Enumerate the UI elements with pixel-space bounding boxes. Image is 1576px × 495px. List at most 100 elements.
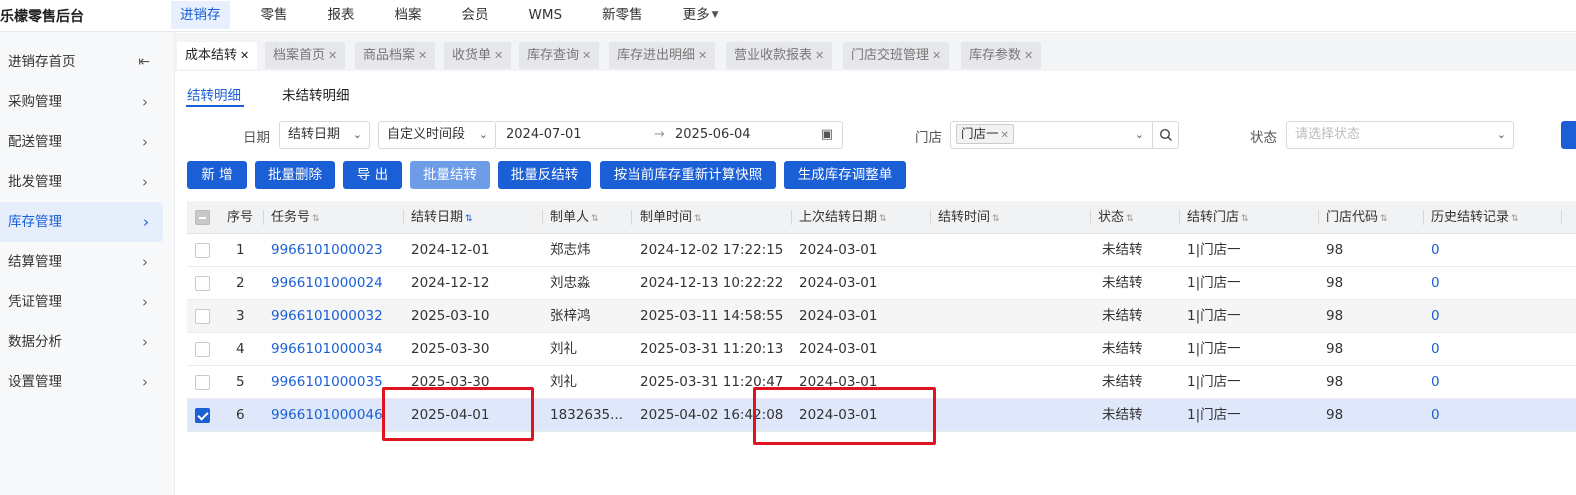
close-icon[interactable]: ✕ — [932, 49, 941, 62]
table-row[interactable]: 1 9966101000023 2024-12-01 郑志炜 2024-12-0… — [187, 234, 1576, 267]
sidebar-item-settings[interactable]: 设置管理 › — [0, 362, 174, 402]
batch-carry-button[interactable]: 批量结转 — [410, 161, 490, 189]
batch-delete-button[interactable]: 批量删除 — [255, 161, 335, 189]
cell-task-no-link[interactable]: 9966101000035 — [271, 366, 383, 399]
row-checkbox-checked[interactable] — [195, 408, 210, 423]
close-icon[interactable]: ✕ — [698, 49, 707, 62]
cell-history-link[interactable]: 0 — [1431, 234, 1440, 267]
tab-archive-home[interactable]: 档案首页 ✕ — [265, 42, 346, 69]
store-select[interactable]: 门店一 ✕ ⌄ — [950, 121, 1179, 149]
tab-shift-management[interactable]: 门店交班管理 ✕ — [843, 42, 950, 69]
close-icon[interactable]: ✕ — [418, 49, 427, 62]
collapse-icon[interactable]: ⇤ — [138, 42, 150, 82]
top-nav-archives[interactable]: 档案 — [386, 1, 431, 29]
close-icon[interactable]: ✕ — [582, 49, 591, 62]
close-icon[interactable]: ✕ — [1024, 49, 1033, 62]
close-icon[interactable]: ✕ — [1001, 130, 1009, 141]
date-type-select[interactable]: 结转日期 ⌄ — [279, 121, 370, 149]
generate-adjustment-button[interactable]: 生成库存调整单 — [784, 161, 906, 189]
search-icon[interactable] — [1152, 122, 1178, 148]
sidebar-item-home[interactable]: 进销存首页 ⇤ — [0, 42, 174, 82]
sidebar-item-inventory[interactable]: 库存管理 › — [0, 202, 163, 242]
sort-icon[interactable]: ⇅ — [1126, 214, 1134, 224]
table-row[interactable]: 5 9966101000035 2025-03-30 刘礼 2025-03-31… — [187, 366, 1576, 399]
header-store-code[interactable]: 门店代码 ⇅ — [1326, 201, 1388, 234]
recalculate-snapshot-button[interactable]: 按当前库存重新计算快照 — [600, 161, 776, 189]
cell-task-no-link[interactable]: 9966101000023 — [271, 234, 383, 267]
header-creator[interactable]: 制单人 ⇅ — [550, 201, 599, 234]
close-icon[interactable]: ✕ — [328, 49, 337, 62]
header-history[interactable]: 历史结转记录 ⇅ — [1431, 201, 1519, 234]
table-row[interactable]: 4 9966101000034 2025-03-30 刘礼 2025-03-31… — [187, 333, 1576, 366]
row-checkbox[interactable] — [195, 342, 210, 357]
cell-task-no-link[interactable]: 9966101000032 — [271, 300, 383, 333]
tab-receipt[interactable]: 收货单 ✕ — [444, 42, 512, 69]
cell-history-link[interactable]: 0 — [1431, 300, 1440, 333]
top-nav-wms[interactable]: WMS — [520, 1, 572, 29]
close-icon[interactable]: ✕ — [240, 49, 249, 62]
calendar-icon[interactable]: ▣ — [821, 122, 833, 148]
table-row[interactable]: 3 9966101000032 2025-03-10 张梓鸿 2025-03-1… — [187, 300, 1576, 333]
sidebar-item-voucher[interactable]: 凭证管理 › — [0, 282, 174, 322]
cell-history-link[interactable]: 0 — [1431, 267, 1440, 300]
tab-stock-query[interactable]: 库存查询 ✕ — [519, 42, 600, 69]
close-icon[interactable]: ✕ — [494, 49, 503, 62]
top-nav-new-retail[interactable]: 新零售 — [593, 1, 652, 29]
header-task-no[interactable]: 任务号 ⇅ — [271, 201, 320, 234]
subtab-carry-detail[interactable]: 结转明细 — [187, 84, 241, 104]
status-select[interactable]: 请选择状态 ⌄ — [1286, 121, 1514, 149]
sort-icon[interactable]: ⇅ — [465, 214, 473, 224]
end-date-input[interactable]: 2025-06-04 — [675, 122, 751, 148]
export-button[interactable]: 导 出 — [343, 161, 402, 189]
sidebar-item-wholesale[interactable]: 批发管理 › — [0, 162, 174, 202]
top-nav-reports[interactable]: 报表 — [319, 1, 364, 29]
sidebar-item-analytics[interactable]: 数据分析 › — [0, 322, 174, 362]
header-carry-date[interactable]: 结转日期 ⇅ — [411, 201, 473, 234]
date-range-picker[interactable]: 2024-07-01 → 2025-06-04 ▣ — [496, 121, 843, 149]
table-row-selected[interactable]: 6 9966101000046 2025-04-01 1832635... 20… — [187, 399, 1576, 432]
row-checkbox[interactable] — [195, 276, 210, 291]
tab-product-archive[interactable]: 商品档案 ✕ — [355, 42, 436, 69]
header-last-carry-date[interactable]: 上次结转日期 ⇅ — [799, 201, 887, 234]
sidebar-item-purchase[interactable]: 采购管理 › — [0, 82, 174, 122]
tab-stock-io-detail[interactable]: 库存进出明细 ✕ — [609, 42, 716, 69]
batch-reverse-carry-button[interactable]: 批量反结转 — [498, 161, 591, 189]
tab-revenue-report[interactable]: 营业收款报表 ✕ — [726, 42, 833, 69]
cell-task-no-link[interactable]: 9966101000046 — [271, 399, 383, 432]
header-carry-time[interactable]: 结转时间 ⇅ — [938, 201, 1000, 234]
period-select[interactable]: 自定义时间段 ⌄ — [378, 121, 496, 149]
query-button-edge[interactable] — [1561, 121, 1576, 149]
cell-history-link[interactable]: 0 — [1431, 366, 1440, 399]
sort-icon[interactable]: ⇅ — [1241, 214, 1249, 224]
header-create-time[interactable]: 制单时间 ⇅ — [640, 201, 702, 234]
subtab-uncarried-detail[interactable]: 未结转明细 — [282, 84, 350, 104]
sort-icon[interactable]: ⇅ — [1380, 214, 1388, 224]
sidebar-item-settlement[interactable]: 结算管理 › — [0, 242, 174, 282]
sort-icon[interactable]: ⇅ — [312, 214, 320, 224]
top-nav-members[interactable]: 会员 — [453, 1, 498, 29]
sort-icon[interactable]: ⇅ — [879, 214, 887, 224]
sort-icon[interactable]: ⇅ — [1511, 214, 1519, 224]
tab-stock-params[interactable]: 库存参数 ✕ — [961, 42, 1042, 69]
header-store[interactable]: 结转门店 ⇅ — [1187, 201, 1249, 234]
sort-icon[interactable]: ⇅ — [694, 214, 702, 224]
table-row[interactable]: 2 9966101000024 2024-12-12 刘忠淼 2024-12-1… — [187, 267, 1576, 300]
top-nav-more[interactable]: 更多 ▼ — [674, 1, 728, 29]
top-nav-jxc[interactable]: 进销存 — [171, 1, 230, 29]
sort-icon[interactable]: ⇅ — [591, 214, 599, 224]
top-nav-retail[interactable]: 零售 — [252, 1, 297, 29]
close-icon[interactable]: ✕ — [815, 49, 824, 62]
cell-history-link[interactable]: 0 — [1431, 399, 1440, 432]
row-checkbox[interactable] — [195, 243, 210, 258]
row-checkbox[interactable] — [195, 309, 210, 324]
row-checkbox[interactable] — [195, 375, 210, 390]
sidebar-item-distribution[interactable]: 配送管理 › — [0, 122, 174, 162]
select-all-checkbox[interactable] — [195, 210, 210, 225]
header-status[interactable]: 状态 ⇅ — [1098, 201, 1134, 234]
cell-task-no-link[interactable]: 9966101000034 — [271, 333, 383, 366]
start-date-input[interactable]: 2024-07-01 — [506, 122, 582, 148]
cell-task-no-link[interactable]: 9966101000024 — [271, 267, 383, 300]
tab-cost-carry[interactable]: 成本结转 ✕ — [177, 42, 258, 69]
add-button[interactable]: 新 增 — [187, 161, 247, 189]
sort-icon[interactable]: ⇅ — [992, 214, 1000, 224]
